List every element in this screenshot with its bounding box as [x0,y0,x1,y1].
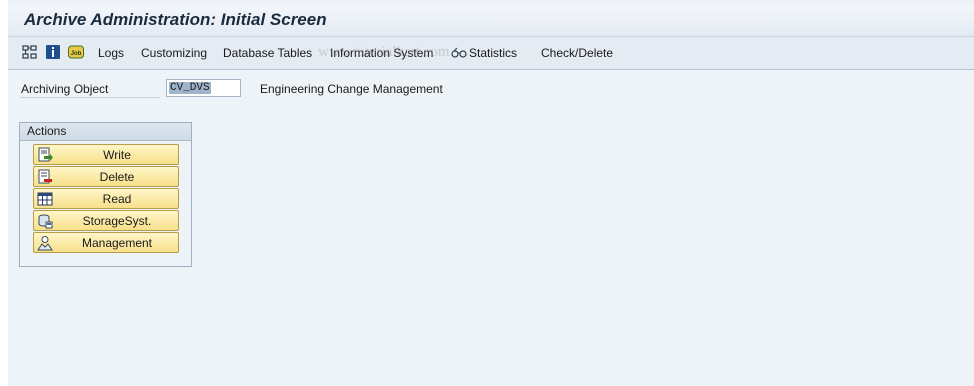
job-icon[interactable]: Job [68,45,84,59]
statistics-icon[interactable] [451,46,467,60]
database-tables-button[interactable]: Database Tables [223,46,312,60]
archiving-object-value: CV_DVS [169,82,211,94]
delete-icon [37,169,53,185]
left-border-strip [0,0,8,386]
field-label-underline [20,97,160,98]
storage-system-button[interactable]: StorageSyst. [33,210,179,231]
info-icon[interactable] [45,45,61,59]
management-button-label: Management [81,236,153,250]
information-system-button[interactable]: Information System [330,46,433,60]
read-button-label: Read [102,192,132,206]
write-button[interactable]: Write [33,144,179,165]
archiving-object-input[interactable]: CV_DVS [166,79,241,97]
logs-button[interactable]: Logs [98,46,124,60]
write-icon [37,147,53,163]
archiving-object-description: Engineering Change Management [260,82,443,96]
management-button[interactable]: Management [33,232,179,253]
delete-button-label: Delete [99,170,135,184]
statistics-button[interactable]: Statistics [469,46,517,60]
management-person-icon [37,235,53,251]
write-button-label: Write [103,148,131,162]
storage-system-button-label: StorageSyst. [82,214,152,228]
actions-group: Actions Write Delete Read StorageSyst. M… [19,122,192,267]
delete-button[interactable]: Delete [33,166,179,187]
customizing-button[interactable]: Customizing [141,46,207,60]
storage-database-icon [37,213,53,229]
read-table-icon [37,191,53,207]
read-button[interactable]: Read [33,188,179,209]
archiving-object-label: Archiving Object [21,82,109,96]
title-bar: Archive Administration: Initial Screen [8,6,974,37]
job-icon-text: Job [71,51,82,57]
application-toolbar: Job Logs Customizing Database Tables Inf… [8,37,974,70]
check-delete-button[interactable]: Check/Delete [541,46,613,60]
page-title: Archive Administration: Initial Screen [24,10,327,29]
actions-group-title: Actions [20,123,191,141]
hierarchy-icon[interactable] [22,45,38,59]
